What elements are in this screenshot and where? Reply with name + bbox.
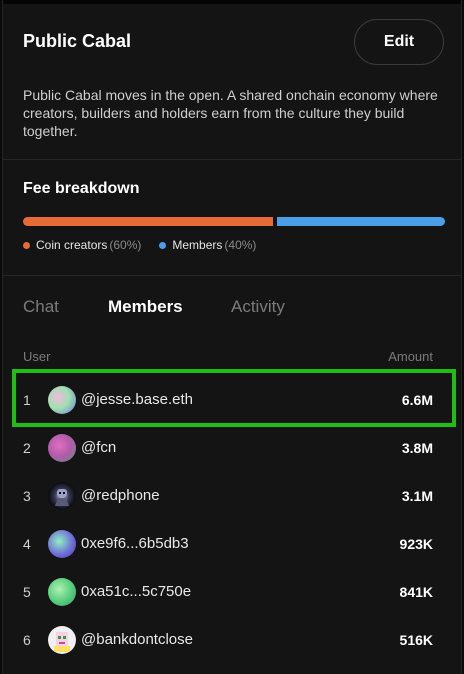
top-strip	[3, 0, 461, 4]
fee-legend: Coin creators (60%) Members (40%)	[23, 238, 274, 252]
tab-members[interactable]: Members	[108, 297, 183, 317]
username[interactable]: @fcn	[81, 424, 116, 472]
table-row[interactable]: 4 0xe9f6...6b5db3 923K	[3, 520, 461, 568]
tab-activity[interactable]: Activity	[231, 297, 285, 317]
amount-value: 516K	[399, 632, 433, 648]
avatar	[48, 530, 76, 558]
fee-bar-members	[277, 217, 445, 226]
robot-icon	[55, 489, 69, 506]
rank-number: 3	[23, 488, 31, 504]
pixel-face-icon	[54, 632, 70, 652]
rank-number: 2	[23, 440, 31, 456]
amount-value: 6.6M	[401, 392, 433, 408]
username[interactable]: @jesse.base.eth	[81, 376, 193, 424]
column-header-user: User	[23, 349, 51, 364]
avatar	[48, 386, 76, 414]
table-row[interactable]: 6 @bankdontclose 516K	[3, 616, 461, 664]
legend-item-coin-creators: Coin creators (60%)	[23, 238, 141, 252]
table-row[interactable]: 1 @jesse.base.eth 6.6M	[3, 376, 461, 424]
edit-button[interactable]: Edit	[354, 19, 444, 65]
tab-chat[interactable]: Chat	[23, 297, 59, 317]
rank-number: 6	[23, 632, 31, 648]
legend-item-members: Members (40%)	[159, 238, 256, 252]
avatar	[48, 626, 76, 654]
username[interactable]: @bankdontclose	[81, 616, 193, 664]
column-header-amount: Amount	[388, 349, 433, 364]
divider	[3, 159, 461, 160]
legend-label: Coin creators	[36, 238, 108, 252]
fee-bar-coin-creators	[23, 217, 273, 226]
amount-value: 3.1M	[401, 488, 433, 504]
rank-number: 4	[23, 536, 31, 552]
amount-value: 841K	[399, 584, 433, 600]
avatar	[48, 482, 76, 510]
amount-value: 3.8M	[401, 440, 433, 456]
page-title: Public Cabal	[23, 31, 132, 51]
orange-dot-icon	[23, 241, 30, 249]
table-row[interactable]: 5 0xa51c...5c750e 841K	[3, 568, 461, 616]
blue-dot-icon	[159, 241, 167, 249]
rank-number: 5	[23, 584, 31, 600]
description-text: Public Cabal moves in the open. A shared…	[23, 87, 438, 139]
username[interactable]: @redphone	[81, 472, 160, 520]
legend-percent: (40%)	[224, 238, 257, 252]
avatar	[48, 578, 76, 606]
table-row[interactable]: 2 @fcn 3.8M	[3, 424, 461, 472]
avatar	[48, 434, 76, 462]
rank-number: 1	[23, 392, 31, 408]
legend-label: Members	[172, 238, 223, 252]
username[interactable]: 0xa51c...5c750e	[81, 568, 191, 616]
coin-panel: Public Cabal Edit Public Cabal moves in …	[2, 0, 462, 674]
legend-percent: (60%)	[109, 238, 142, 252]
amount-value: 923K	[399, 536, 433, 552]
fee-breakdown-title: Fee breakdown	[23, 180, 140, 197]
divider	[3, 275, 461, 276]
table-row[interactable]: 3 @redphone 3.1M	[3, 472, 461, 520]
username[interactable]: 0xe9f6...6b5db3	[81, 520, 189, 568]
